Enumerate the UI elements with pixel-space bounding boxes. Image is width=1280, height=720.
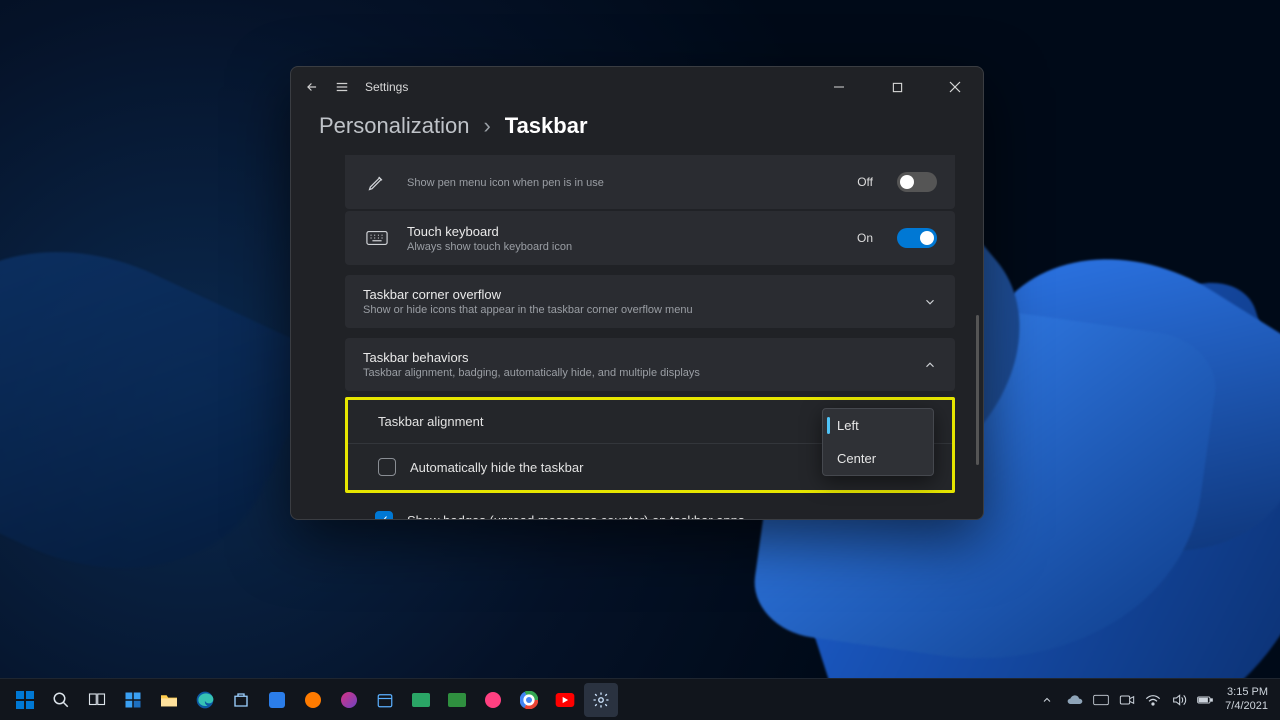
breadcrumb-parent[interactable]: Personalization xyxy=(319,113,469,139)
dropdown-option-left[interactable]: Left xyxy=(823,409,933,442)
section-subtitle: Taskbar alignment, badging, automaticall… xyxy=(363,367,923,379)
setting-subtitle: Always show touch keyboard icon xyxy=(407,241,841,253)
scrollbar[interactable] xyxy=(976,315,979,465)
close-button[interactable] xyxy=(933,71,977,103)
touch-keyboard-toggle[interactable] xyxy=(897,228,937,248)
setting-title: Touch keyboard xyxy=(407,224,841,239)
alignment-label: Taskbar alignment xyxy=(378,414,484,429)
section-title: Taskbar behaviors xyxy=(363,350,923,365)
show-badges-row[interactable]: Show badges (unread messages counter) on… xyxy=(345,499,955,519)
autohide-label: Automatically hide the taskbar xyxy=(410,460,583,475)
pen-toggle[interactable] xyxy=(897,172,937,192)
highlighted-region: Taskbar alignment Left Center Automatica… xyxy=(345,397,955,493)
meet-now-icon[interactable] xyxy=(1119,692,1135,708)
pen-icon xyxy=(363,172,391,192)
maximize-button[interactable] xyxy=(875,71,919,103)
chevron-right-icon: › xyxy=(483,113,490,139)
volume-icon[interactable] xyxy=(1171,692,1187,708)
keyboard-icon xyxy=(363,230,391,246)
toggle-state-label: On xyxy=(857,231,873,245)
back-icon[interactable] xyxy=(305,80,319,94)
keyboard-tray-icon[interactable] xyxy=(1093,692,1109,708)
section-subtitle: Show or hide icons that appear in the ta… xyxy=(363,304,923,316)
chevron-down-icon xyxy=(923,295,937,309)
calendar-icon[interactable] xyxy=(368,683,402,717)
badges-label: Show badges (unread messages counter) on… xyxy=(407,513,744,520)
battery-icon[interactable] xyxy=(1197,692,1213,708)
settings-window: Settings Personalization › Taskbar Show … xyxy=(290,66,984,520)
toggle-state-label: Off xyxy=(857,175,873,189)
titlebar: Settings xyxy=(291,67,983,107)
wifi-icon[interactable] xyxy=(1145,692,1161,708)
section-title: Taskbar corner overflow xyxy=(363,287,923,302)
start-button[interactable] xyxy=(8,683,42,717)
section-corner-overflow[interactable]: Taskbar corner overflow Show or hide ico… xyxy=(345,275,955,328)
app-icon[interactable] xyxy=(440,683,474,717)
taskbar: 3:15 PM 7/4/2021 xyxy=(0,678,1280,720)
app-icon[interactable] xyxy=(332,683,366,717)
search-icon[interactable] xyxy=(44,683,78,717)
app-icon[interactable] xyxy=(404,683,438,717)
alignment-dropdown[interactable]: Left Center xyxy=(822,408,934,476)
window-title: Settings xyxy=(365,80,408,94)
autohide-checkbox[interactable] xyxy=(378,458,396,476)
chrome-icon[interactable] xyxy=(512,683,546,717)
clock[interactable]: 3:15 PM 7/4/2021 xyxy=(1225,686,1272,712)
onedrive-icon[interactable] xyxy=(1067,692,1083,708)
system-tray: 3:15 PM 7/4/2021 xyxy=(1039,686,1272,712)
youtube-icon[interactable] xyxy=(548,683,582,717)
setting-subtitle: Show pen menu icon when pen is in use xyxy=(407,177,841,189)
chevron-up-icon[interactable] xyxy=(1039,692,1055,708)
task-view-icon[interactable] xyxy=(80,683,114,717)
breadcrumb-current: Taskbar xyxy=(505,113,588,139)
settings-content: Show pen menu icon when pen is in use Of… xyxy=(291,155,983,519)
file-explorer-icon[interactable] xyxy=(152,683,186,717)
app-icon[interactable] xyxy=(296,683,330,717)
date-label: 7/4/2021 xyxy=(1225,700,1268,713)
chevron-up-icon xyxy=(923,358,937,372)
widgets-icon[interactable] xyxy=(116,683,150,717)
store-icon[interactable] xyxy=(224,683,258,717)
settings-app-icon[interactable] xyxy=(584,683,618,717)
edge-icon[interactable] xyxy=(188,683,222,717)
badges-checkbox[interactable] xyxy=(375,511,393,519)
app-icon[interactable] xyxy=(260,683,294,717)
app-icon[interactable] xyxy=(476,683,510,717)
dropdown-option-center[interactable]: Center xyxy=(823,442,933,475)
minimize-button[interactable] xyxy=(817,71,861,103)
setting-row-touch-keyboard[interactable]: Touch keyboard Always show touch keyboar… xyxy=(345,211,955,265)
taskbar-alignment-row[interactable]: Taskbar alignment Left Center xyxy=(348,400,952,443)
section-taskbar-behaviors[interactable]: Taskbar behaviors Taskbar alignment, bad… xyxy=(345,338,955,391)
menu-icon[interactable] xyxy=(335,80,349,94)
setting-row-pen[interactable]: Show pen menu icon when pen is in use Of… xyxy=(345,155,955,209)
time-label: 3:15 PM xyxy=(1225,686,1268,699)
breadcrumb: Personalization › Taskbar xyxy=(291,107,983,155)
